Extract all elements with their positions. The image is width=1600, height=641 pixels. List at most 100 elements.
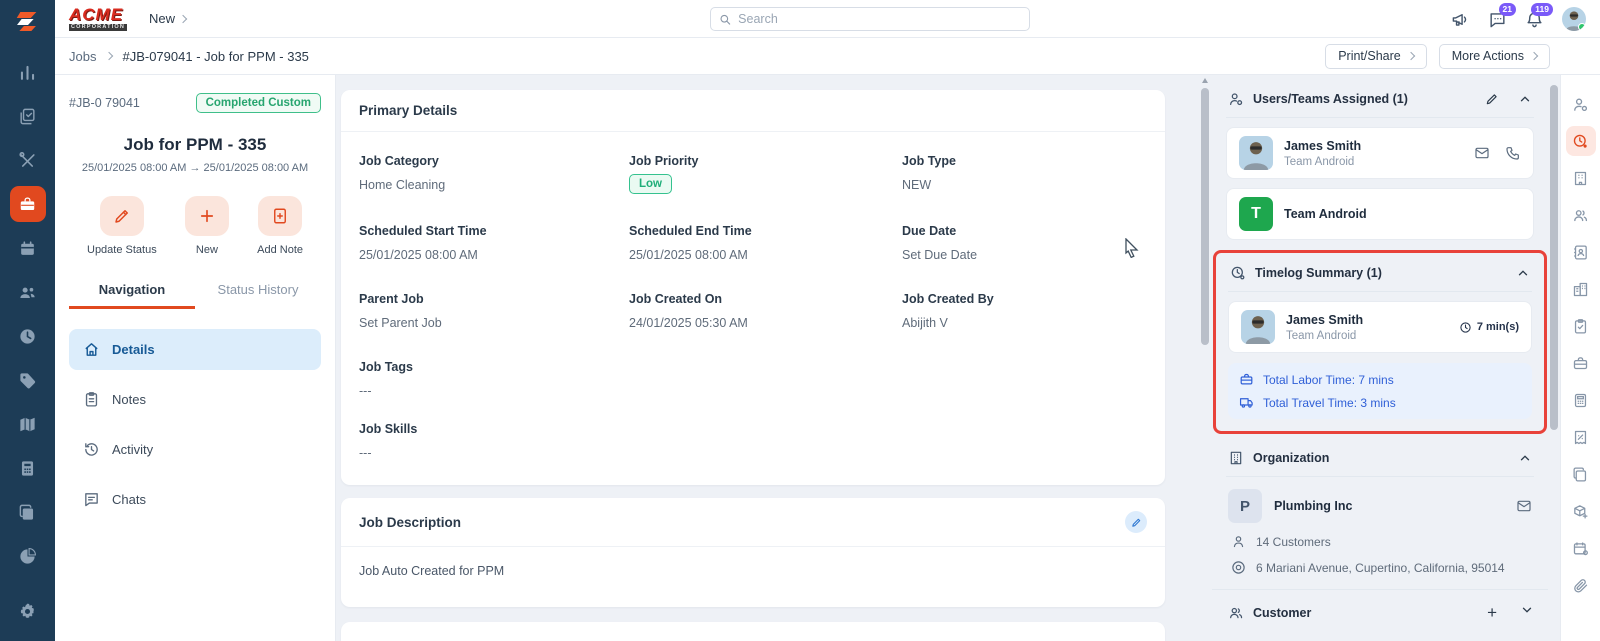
assigned-user-icon [1230, 93, 1243, 106]
edit-assignment-button[interactable] [1485, 92, 1499, 106]
nav-item-notes[interactable]: Notes [69, 379, 321, 420]
field-scheduled-start: Scheduled Start Time 25/01/2025 08:00 AM [359, 224, 629, 262]
add-note-label: Add Note [257, 244, 303, 256]
contacts-icon[interactable] [1566, 237, 1596, 267]
services-icon[interactable] [10, 142, 46, 178]
acme-logo[interactable]: ACME CORPORATION [69, 6, 128, 32]
set-due-date-link[interactable]: Set Due Date [902, 248, 1147, 262]
nav-item-details[interactable]: Details [69, 329, 321, 370]
collapse-organization-button[interactable] [1518, 451, 1532, 465]
field-job-skills: Job Skills --- [359, 422, 1147, 460]
expand-customer-button[interactable] [1520, 603, 1534, 622]
tab-navigation[interactable]: Navigation [69, 282, 195, 309]
nav-item-chats[interactable]: Chats [69, 479, 321, 520]
invoices-icon[interactable] [10, 450, 46, 486]
chat-button[interactable]: 21 [1488, 2, 1516, 29]
documents-icon[interactable] [1566, 459, 1596, 489]
global-search[interactable] [710, 7, 1030, 31]
analytics-icon[interactable] [10, 54, 46, 90]
pencil-icon [1131, 518, 1140, 527]
nav-item-activity[interactable]: Activity [69, 429, 321, 470]
organization-icon[interactable] [1566, 163, 1596, 193]
james-smith-avatar [1241, 310, 1275, 344]
chevron-down-icon [1522, 607, 1532, 613]
property-icon[interactable] [1566, 274, 1596, 304]
jobs-icon[interactable] [9, 186, 46, 222]
customer-icon[interactable] [1566, 200, 1596, 230]
zuper-logo-icon[interactable] [13, 6, 43, 36]
parts-icon[interactable] [1566, 496, 1596, 526]
schedule-icon[interactable] [1566, 533, 1596, 563]
timesheets-icon[interactable] [10, 318, 46, 354]
job-description-card: Job Description Job Auto Created for PPM [341, 498, 1165, 607]
job-icon[interactable] [1566, 348, 1596, 378]
next-card-partial [341, 622, 1165, 641]
add-customer-button[interactable]: + [1487, 604, 1497, 621]
set-parent-job-link[interactable]: Set Parent Job [359, 316, 629, 330]
field-label: Scheduled End Time [629, 224, 752, 238]
clipboard-icon [85, 392, 98, 407]
app-window: ACME CORPORATION New 21 119 [0, 0, 1600, 641]
main-scrollbar[interactable] [1201, 88, 1209, 345]
breadcrumb-jobs-link[interactable]: Jobs [69, 49, 96, 64]
pricebook-icon[interactable] [10, 362, 46, 398]
field-value: --- [359, 446, 372, 460]
teams-icon[interactable] [10, 274, 46, 310]
notifications-button[interactable]: 119 [1525, 2, 1553, 29]
priority-badge: Low [629, 174, 672, 194]
settings-icon[interactable] [10, 593, 46, 629]
map-icon[interactable] [10, 406, 46, 442]
new-button[interactable]: New [184, 196, 229, 256]
assigned-user-card[interactable]: James Smith Team Android [1226, 127, 1534, 179]
calendar-icon[interactable] [10, 230, 46, 266]
chevron-up-icon [1520, 455, 1530, 461]
print-share-label: Print/Share [1338, 49, 1401, 63]
tab-status-history[interactable]: Status History [195, 282, 321, 309]
truck-icon [1239, 398, 1253, 408]
email-icon[interactable] [1516, 498, 1532, 514]
more-actions-button[interactable]: More Actions [1438, 43, 1550, 69]
update-status-label: Update Status [87, 244, 157, 256]
collapse-users-teams-button[interactable] [1518, 92, 1532, 106]
home-icon [85, 343, 98, 356]
search-input[interactable] [738, 12, 1021, 26]
job-schedule-range: 25/01/2025 08:00 AM → 25/01/2025 08:00 A… [81, 162, 309, 174]
print-share-button[interactable]: Print/Share [1325, 43, 1427, 69]
assigned-users-icon[interactable] [1566, 89, 1596, 119]
attachments-icon[interactable] [1566, 570, 1596, 600]
phone-icon[interactable] [1505, 145, 1521, 161]
collapse-timelog-button[interactable] [1516, 266, 1530, 280]
edit-description-button[interactable] [1125, 511, 1147, 533]
update-status-button[interactable]: Update Status [87, 196, 157, 256]
user-avatar[interactable] [1562, 7, 1586, 31]
insights-icon[interactable] [10, 538, 46, 574]
checklist-icon[interactable] [1566, 311, 1596, 341]
timelog-user-card[interactable]: James Smith Team Android 7 min(s) [1228, 301, 1532, 353]
timelog-icon[interactable] [1565, 126, 1596, 156]
breadcrumb: Jobs #JB-079041 - Job for PPM - 335 [69, 49, 309, 64]
add-note-button[interactable]: Add Note [257, 196, 303, 256]
invoice-icon[interactable] [1566, 385, 1596, 415]
job-id: #JB-0 79041 [69, 96, 140, 110]
total-travel-time: Total Travel Time: 3 mins [1239, 395, 1521, 410]
job-status-badge[interactable]: Completed Custom [195, 93, 321, 113]
assigned-team-card[interactable]: T Team Android [1226, 188, 1534, 240]
primary-details-title: Primary Details [359, 103, 458, 118]
pencil-icon [115, 210, 128, 223]
reports-icon[interactable] [10, 494, 46, 530]
scrollbar-up-arrow[interactable] [1202, 78, 1208, 83]
organization-section: Organization P Plumbing Inc 14 Customers… [1212, 434, 1548, 579]
email-icon[interactable] [1474, 145, 1490, 161]
right-panel-scrollbar[interactable] [1550, 85, 1558, 430]
organization-name[interactable]: Plumbing Inc [1274, 499, 1504, 513]
field-label: Job Skills [359, 422, 418, 436]
field-label: Parent Job [359, 292, 424, 306]
new-menu-button[interactable]: New [149, 11, 188, 26]
quote-icon[interactable] [1566, 422, 1596, 452]
requests-icon[interactable] [10, 98, 46, 134]
james-smith-avatar [1239, 136, 1273, 170]
announcements-button[interactable] [1451, 10, 1470, 29]
field-scheduled-end: Scheduled End Time 25/01/2025 08:00 AM [629, 224, 902, 262]
pencil-icon [1486, 94, 1497, 105]
nav-item-label: Activity [112, 442, 154, 457]
